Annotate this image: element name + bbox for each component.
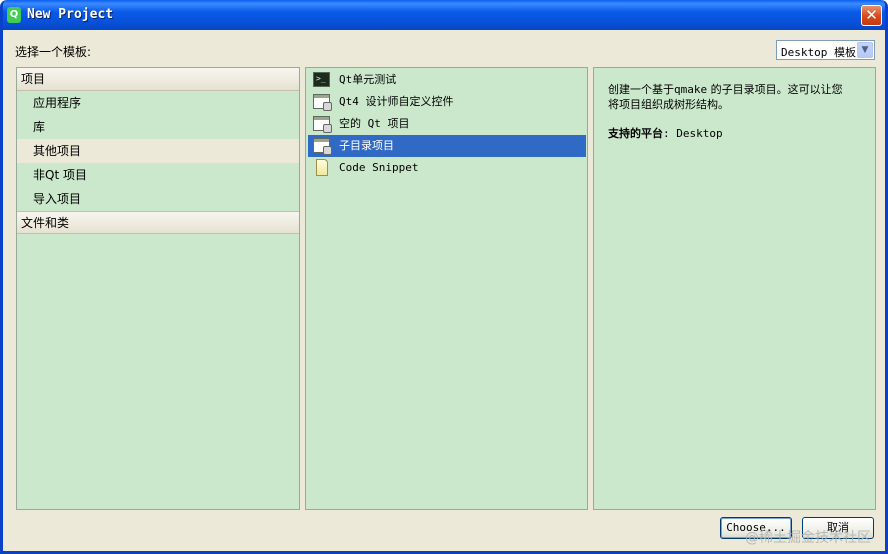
description-text: 创建一个基于qmake 的子目录项目。这可以让您 将项目组织成树形结构。 — [608, 82, 861, 112]
terminal-icon — [313, 68, 330, 90]
template-item-qt-unit-test[interactable]: Qt单元测试 — [308, 68, 586, 91]
description-line1-pre: 创建一个基于 — [608, 83, 674, 96]
template-item-qt4-designer-widget[interactable]: Qt4 设计师自定义控件 — [308, 91, 586, 113]
template-item-subdirs-project[interactable]: 子目录项目 — [308, 135, 586, 157]
category-section-projects[interactable]: 项目 — [17, 68, 299, 91]
template-list: Qt单元测试 Qt4 设计师自定义控件 空的 Qt 项目 子目录项目 Code … — [305, 67, 588, 510]
template-label: Qt4 设计师自定义控件 — [339, 95, 454, 108]
new-project-dialog: Q New Project ✕ 选择一个模板: Desktop 模板 ▼ 项目 … — [0, 0, 888, 554]
template-label: Qt单元测试 — [339, 73, 397, 86]
category-item-import-project[interactable]: 导入项目 — [17, 187, 299, 211]
platforms-value: : Desktop — [663, 127, 723, 140]
platforms-label: 支持的平台 — [608, 127, 663, 140]
watermark: @稀土掘金技术社区 — [745, 530, 871, 546]
template-description: 创建一个基于qmake 的子目录项目。这可以让您 将项目组织成树形结构。 支持的… — [593, 67, 876, 510]
category-item-non-qt-projects[interactable]: 非Qt 项目 — [17, 163, 299, 187]
category-list: 项目 应用程序 库 其他项目 非Qt 项目 导入项目 文件和类 — [16, 67, 300, 510]
description-line1-post: 的子目录项目。这可以让您 — [707, 83, 843, 96]
filter-selected-value: Desktop 模板 — [781, 46, 856, 59]
description-line2: 将项目组织成树形结构。 — [608, 98, 729, 111]
category-section-files-classes[interactable]: 文件和类 — [17, 211, 299, 234]
template-label: 空的 Qt 项目 — [339, 117, 410, 130]
template-label: Code Snippet — [339, 161, 419, 174]
template-item-empty-qt-project[interactable]: 空的 Qt 项目 — [308, 113, 586, 135]
qt-logo-icon: Q — [7, 7, 21, 23]
window-icon — [313, 116, 332, 133]
choose-template-label: 选择一个模板: — [15, 45, 92, 59]
chevron-down-icon[interactable]: ▼ — [857, 42, 873, 58]
title-bar[interactable]: Q New Project ✕ — [3, 0, 885, 30]
supported-platforms: 支持的平台: Desktop — [608, 126, 861, 141]
template-item-code-snippet[interactable]: Code Snippet — [308, 157, 586, 179]
window-icon — [313, 138, 332, 155]
document-page-icon — [316, 159, 328, 176]
platform-filter-select[interactable]: Desktop 模板 ▼ — [776, 40, 875, 60]
description-qmake: qmake — [674, 83, 708, 96]
category-item-applications[interactable]: 应用程序 — [17, 91, 299, 115]
category-item-libraries[interactable]: 库 — [17, 115, 299, 139]
window-title: New Project — [27, 7, 114, 22]
template-label: 子目录项目 — [339, 139, 394, 152]
window-icon — [313, 94, 332, 111]
category-item-other-projects[interactable]: 其他项目 — [17, 139, 299, 163]
close-button[interactable]: ✕ — [861, 5, 882, 26]
